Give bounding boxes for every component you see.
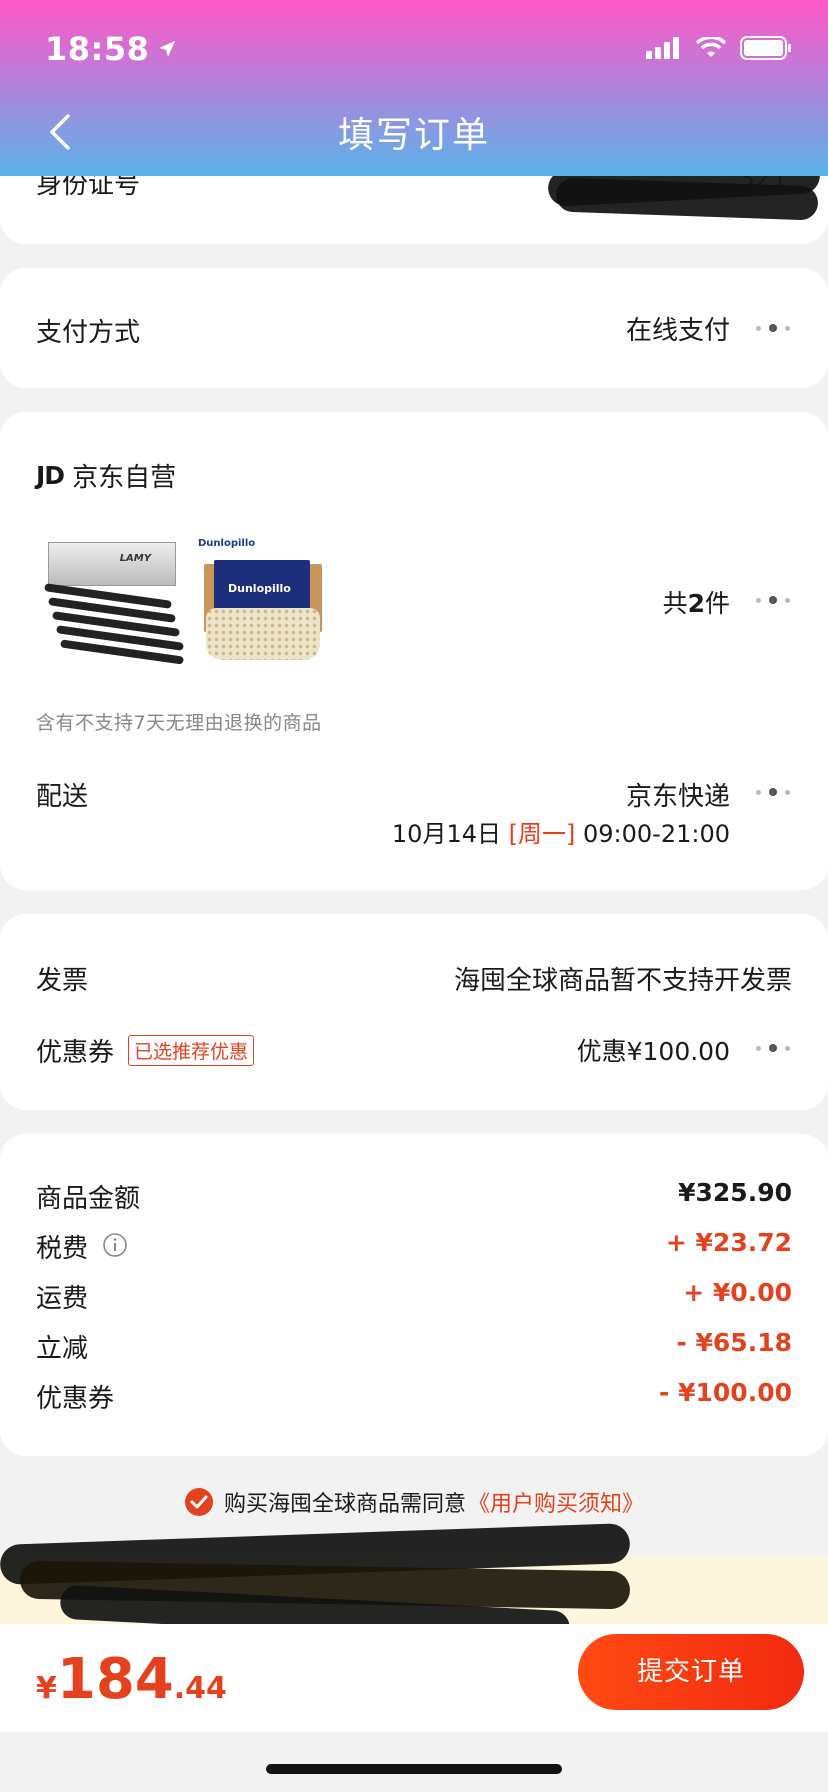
submit-order-button[interactable]: 提交订单: [578, 1634, 804, 1710]
total-price: ¥ 184 .44: [36, 1650, 227, 1710]
product-brand-label: LAMY: [119, 553, 151, 564]
payment-method-row[interactable]: 支付方式 在线支付: [0, 268, 828, 388]
summary-row-tax: 税费 + ¥23.72: [36, 1228, 792, 1268]
total-integer: 184: [56, 1647, 174, 1712]
more-dots-icon: [754, 1042, 794, 1054]
count-suffix: 件: [704, 589, 730, 618]
product-thumbnail-dunlopillo[interactable]: Dunlopillo Dunlopillo: [196, 538, 326, 672]
status-time-text: 18:58: [45, 30, 150, 68]
more-dots-icon: [754, 786, 794, 798]
location-arrow-icon: [159, 41, 176, 57]
return-policy-notice: 含有不支持7天无理由退换的商品: [36, 712, 322, 734]
jd-logo-icon: JD: [36, 461, 65, 490]
summary-amount: - ¥100.00: [659, 1378, 792, 1407]
invoice-value: 海囤全球商品暂不支持开发票: [453, 966, 792, 996]
battery-icon: [740, 36, 791, 60]
product-brand-label: Dunlopillo: [198, 538, 256, 549]
store-header: JD 京东自营: [36, 457, 176, 494]
agreement-link[interactable]: 《用户购买须知》: [468, 1486, 644, 1518]
checkbox-checked-icon[interactable]: [184, 1487, 214, 1517]
delivery-weekday: [周一]: [508, 820, 576, 848]
summary-amount: + ¥0.00: [683, 1278, 792, 1307]
payment-label: 支付方式: [36, 318, 141, 348]
coupon-badge: 已选推荐优惠: [128, 1035, 255, 1066]
store-section: JD 京东自营 LAMY Dunlopillo Dunlopillo 共2件 含…: [0, 412, 828, 890]
product-box: LAMY: [48, 542, 176, 586]
summary-label: 立减: [36, 1334, 89, 1364]
store-name: 京东自营: [72, 463, 177, 493]
info-icon[interactable]: [102, 1232, 128, 1258]
delivery-time[interactable]: 10月14日 [周一] 09:00-21:00: [392, 814, 730, 849]
count-number: 2: [687, 589, 705, 618]
summary-row-discount: 立减 - ¥65.18: [36, 1328, 792, 1368]
summary-amount: + ¥23.72: [665, 1228, 792, 1257]
summary-row-shipping: 运费 + ¥0.00: [36, 1278, 792, 1318]
payment-value: 在线支付: [625, 316, 730, 346]
product-count[interactable]: 共2件: [663, 584, 730, 620]
agreement-row: 购买海囤全球商品需同意 《用户购买须知》: [0, 1486, 828, 1518]
coupon-label: 优惠券: [36, 1038, 115, 1068]
navigation-header: 18:58 填写订单: [0, 0, 828, 176]
summary-amount: ¥325.90: [678, 1178, 792, 1207]
total-decimal: .44: [173, 1671, 227, 1706]
more-dots-icon: [754, 322, 794, 334]
summary-label: 运费: [36, 1284, 89, 1314]
summary-amount: - ¥65.18: [676, 1328, 792, 1357]
summary-label: 优惠券: [36, 1384, 115, 1414]
invoice-label: 发票: [36, 966, 89, 996]
status-time: 18:58: [45, 30, 177, 68]
product-thumbnail-lamy[interactable]: LAMY: [40, 542, 184, 672]
cellular-signal-icon: [646, 37, 679, 59]
page-title: 填写订单: [337, 115, 490, 156]
coupon-value[interactable]: 优惠¥100.00: [577, 1032, 730, 1068]
summary-row-goods: 商品金额 ¥325.90: [36, 1178, 792, 1218]
product-brand-label: Dunlopillo: [228, 582, 291, 595]
summary-row-coupon: 优惠券 - ¥100.00: [36, 1378, 792, 1418]
more-dots-icon: [754, 594, 794, 606]
price-summary-section: 商品金额 ¥325.90 税费 + ¥23.72 运费 + ¥0.00 立减 -…: [0, 1134, 828, 1456]
delivery-time-range: 09:00-21:00: [583, 820, 730, 848]
invoice-coupon-section: 发票 海囤全球商品暂不支持开发票 优惠券 已选推荐优惠 优惠¥100.00: [0, 914, 828, 1110]
delivery-date: 10月14日: [391, 820, 501, 848]
summary-label: 税费: [36, 1234, 89, 1264]
delivery-label: 配送: [36, 782, 89, 812]
status-icons: [646, 36, 792, 60]
summary-label: 商品金额: [36, 1184, 141, 1214]
home-indicator[interactable]: [266, 1764, 562, 1774]
wifi-icon: [696, 37, 726, 57]
latex-pillow: [206, 608, 320, 660]
count-prefix: 共: [662, 589, 688, 618]
coupon-row-label: 优惠券 已选推荐优惠: [36, 1032, 255, 1069]
agreement-text: 购买海囤全球商品需同意: [223, 1492, 466, 1517]
delivery-carrier[interactable]: 京东快递: [626, 776, 730, 813]
total-currency: ¥: [36, 1671, 57, 1706]
checkout-bar: ¥ 184 .44 提交订单: [0, 1624, 828, 1732]
